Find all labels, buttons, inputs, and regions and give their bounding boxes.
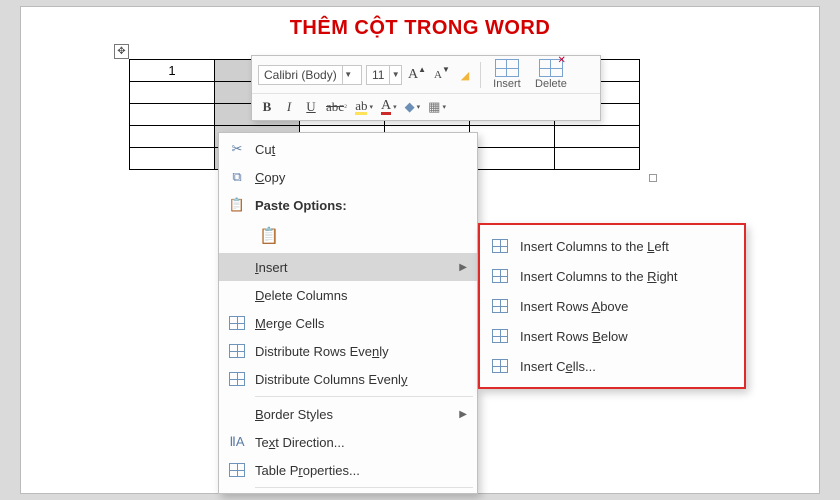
- insert-group-button[interactable]: Insert: [487, 59, 527, 90]
- cut-icon: ✂: [219, 141, 255, 157]
- menu-merge-cells[interactable]: Merge Cells: [219, 309, 477, 337]
- context-menu: ✂ Cut ⧉ Copy 📋 Paste Options: 📋 Insert ▶…: [218, 132, 478, 494]
- table-properties-icon: [219, 463, 255, 477]
- cell-header-1[interactable]: 1: [130, 60, 215, 82]
- distribute-rows-icon: [219, 344, 255, 358]
- table-move-handle[interactable]: ✥: [114, 44, 129, 59]
- submenu-insert-rows-below[interactable]: Insert Rows Below: [480, 321, 744, 351]
- clipboard-icon: 📋: [255, 222, 283, 250]
- font-color-button[interactable]: A▾: [379, 97, 399, 117]
- chevron-right-icon: ▶: [459, 409, 467, 420]
- mini-toolbar: Calibri (Body) ▼ 11 ▼ A▲ A▼ Insert Delet…: [251, 55, 601, 121]
- font-size-combo[interactable]: 11 ▼: [366, 65, 402, 85]
- grow-font-button[interactable]: A▲: [406, 65, 428, 85]
- insert-cols-left-icon: [480, 239, 520, 253]
- insert-rows-above-icon: [480, 299, 520, 313]
- submenu-insert-cols-left[interactable]: Insert Columns to the Left: [480, 231, 744, 261]
- menu-cut[interactable]: ✂ Cut: [219, 135, 477, 163]
- menu-delete-columns[interactable]: Delete Columns: [219, 281, 477, 309]
- chevron-right-icon: ▶: [459, 262, 467, 273]
- underline-button[interactable]: U: [302, 97, 320, 117]
- table-delete-icon: [539, 59, 563, 77]
- delete-group-button[interactable]: Delete: [531, 59, 571, 90]
- shrink-font-button[interactable]: A▼: [432, 65, 452, 85]
- format-painter-button[interactable]: [456, 65, 474, 85]
- table-resize-handle[interactable]: [649, 174, 657, 182]
- separator: [480, 62, 481, 88]
- chevron-down-icon: ▼: [389, 66, 401, 84]
- borders-button[interactable]: ▦▾: [426, 97, 448, 117]
- paste-option-keep-source[interactable]: 📋: [219, 219, 477, 253]
- insert-cells-icon: [480, 359, 520, 373]
- text-direction-icon: ⅡA: [219, 434, 255, 450]
- submenu-insert-cells[interactable]: Insert Cells...: [480, 351, 744, 381]
- menu-text-direction[interactable]: ⅡA Text Direction...: [219, 428, 477, 456]
- strikethrough-button[interactable]: abc₂: [324, 97, 349, 117]
- menu-distribute-columns[interactable]: Distribute Columns Evenly: [219, 365, 477, 393]
- insert-rows-below-icon: [480, 329, 520, 343]
- paste-icon: 📋: [219, 197, 255, 213]
- insert-submenu: Insert Columns to the Left Insert Column…: [478, 223, 746, 389]
- submenu-insert-cols-right[interactable]: Insert Columns to the Right: [480, 261, 744, 291]
- menu-table-properties[interactable]: Table Properties...: [219, 456, 477, 484]
- separator: [255, 396, 473, 397]
- merge-cells-icon: [219, 316, 255, 330]
- page-title: THÊM CỘT TRONG WORD: [21, 17, 819, 40]
- copy-icon: ⧉: [219, 169, 255, 185]
- menu-copy[interactable]: ⧉ Copy: [219, 163, 477, 191]
- menu-distribute-rows[interactable]: Distribute Rows Evenly: [219, 337, 477, 365]
- submenu-insert-rows-above[interactable]: Insert Rows Above: [480, 291, 744, 321]
- menu-border-styles[interactable]: Border Styles ▶: [219, 400, 477, 428]
- menu-paste-options: 📋 Paste Options:: [219, 191, 477, 219]
- italic-button[interactable]: I: [280, 97, 298, 117]
- table-insert-icon: [495, 59, 519, 77]
- separator: [255, 487, 473, 488]
- shading-button[interactable]: ◆▾: [403, 97, 423, 117]
- menu-insert[interactable]: Insert ▶: [219, 253, 477, 281]
- highlight-button[interactable]: ab▾: [353, 97, 375, 117]
- insert-cols-right-icon: [480, 269, 520, 283]
- bold-button[interactable]: B: [258, 97, 276, 117]
- document-canvas: THÊM CỘT TRONG WORD ✥ 1 2: [20, 6, 820, 494]
- font-name-combo[interactable]: Calibri (Body) ▼: [258, 65, 362, 85]
- chevron-down-icon: ▼: [342, 66, 354, 84]
- distribute-columns-icon: [219, 372, 255, 386]
